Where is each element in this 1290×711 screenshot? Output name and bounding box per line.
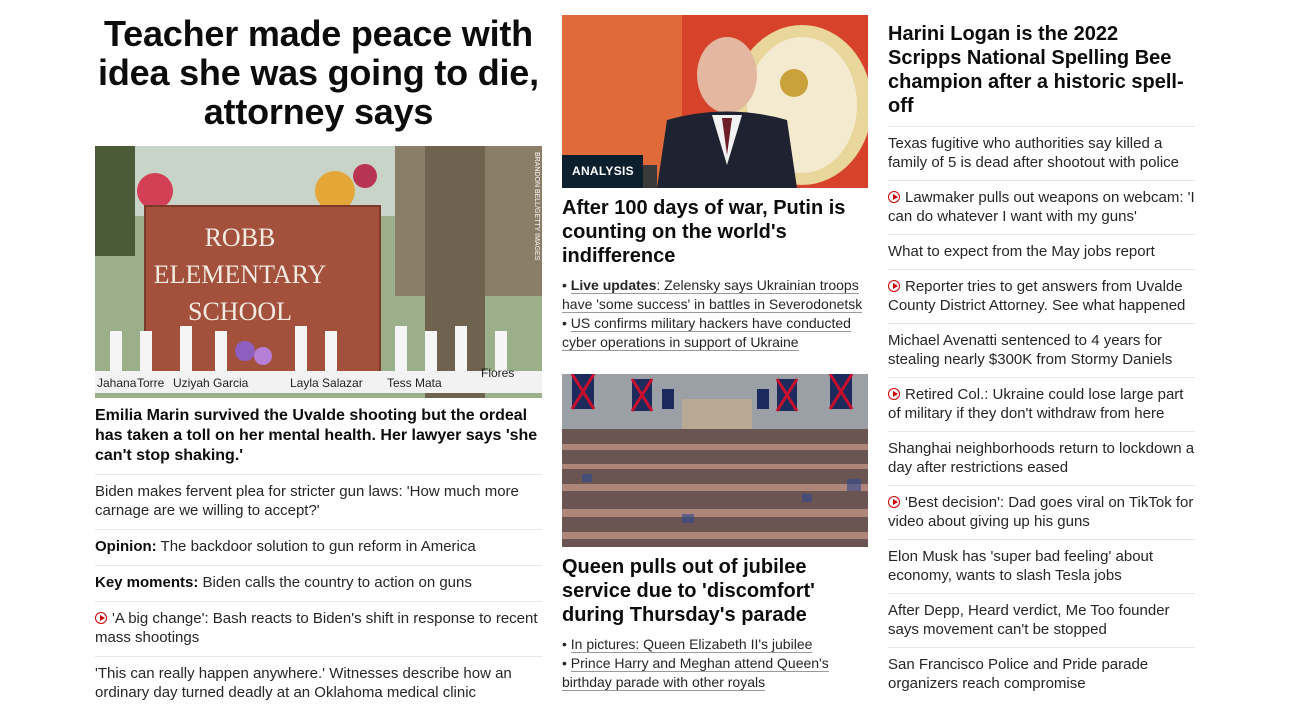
item-text: 'A big change': Bash reacts to Biden's s… <box>95 610 538 646</box>
list-item[interactable]: Elon Musk has 'super bad feeling' about … <box>888 539 1195 593</box>
list-item[interactable]: Retired Col.: Ukraine could lose large p… <box>888 377 1195 431</box>
jubilee-crowd-photo <box>562 374 868 547</box>
list-item[interactable]: San Francisco Police and Pride parade or… <box>888 647 1195 701</box>
item-text: Shanghai neighborhoods return to lockdow… <box>888 440 1195 476</box>
cross-name: Uziyah Garcia <box>173 376 249 390</box>
list-item[interactable]: 'This can really happen anywhere.' Witne… <box>95 656 542 711</box>
play-circle-icon <box>888 280 900 292</box>
list-item[interactable]: Biden makes fervent plea for stricter gu… <box>95 474 542 529</box>
middle-column: ANALYSIS After 100 days of war, Putin is… <box>562 0 868 692</box>
related-link[interactable]: US confirms military hackers have conduc… <box>562 315 851 351</box>
list-item[interactable]: Texas fugitive who authorities say kille… <box>888 126 1195 180</box>
lead-caption[interactable]: Emilia Marin survived the Uvalde shootin… <box>95 406 542 466</box>
cross-name: Tess Mata <box>387 376 442 390</box>
related-bullet: • Prince Harry and Meghan attend Queen's… <box>562 655 829 691</box>
sign-line-3: SCHOOL <box>188 297 292 326</box>
list-item[interactable]: 'A big change': Bash reacts to Biden's s… <box>95 601 542 656</box>
list-item[interactable]: Opinion: The backdoor solution to gun re… <box>95 529 542 565</box>
item-text: Retired Col.: Ukraine could lose large p… <box>888 386 1184 422</box>
item-text: Biden makes fervent plea for stricter gu… <box>95 483 519 519</box>
list-item[interactable]: Reporter tries to get answers from Uvald… <box>888 269 1195 323</box>
putin-headline[interactable]: After 100 days of war, Putin is counting… <box>562 196 868 268</box>
related-link[interactable]: In pictures: Queen Elizabeth II's jubile… <box>570 636 813 653</box>
item-text: The backdoor solution to gun reform in A… <box>156 538 476 555</box>
item-text: 'Best decision': Dad goes viral on TikTo… <box>888 494 1194 530</box>
list-item[interactable]: What to expect from the May jobs report <box>888 234 1195 269</box>
play-circle-icon <box>95 612 107 624</box>
item-text: Reporter tries to get answers from Uvald… <box>888 278 1186 314</box>
putin-related-links: • Live updates: Zelensky says Ukrainian … <box>562 276 868 352</box>
robb-elementary-memorial-image[interactable]: ROBB ELEMENTARY SCHOOL Jahana Torre Uziy… <box>95 146 542 398</box>
image-credit: BRANDON BELL/GETTY IMAGES <box>533 152 540 261</box>
spelling-bee-headline[interactable]: Harini Logan is the 2022 Scripps Nationa… <box>888 22 1195 118</box>
item-text: After Depp, Heard verdict, Me Too founde… <box>888 602 1170 638</box>
headline-list: Texas fugitive who authorities say kille… <box>888 126 1195 701</box>
list-item[interactable]: Shanghai neighborhoods return to lockdow… <box>888 431 1195 485</box>
play-circle-icon <box>888 191 900 203</box>
list-item[interactable]: After Depp, Heard verdict, Me Too founde… <box>888 593 1195 647</box>
cross-name: Flores <box>481 366 514 380</box>
related-bullet: • Live updates: Zelensky says Ukrainian … <box>562 277 863 313</box>
right-column: Harini Logan is the 2022 Scripps Nationa… <box>888 0 1195 701</box>
item-text: Elon Musk has 'super bad feeling' about … <box>888 548 1154 584</box>
sign-line-2: ELEMENTARY <box>154 260 327 289</box>
item-prefix: Opinion: <box>95 538 157 555</box>
list-item[interactable]: Michael Avenatti sentenced to 4 years fo… <box>888 323 1195 377</box>
related-link[interactable]: Live updates: Zelensky says Ukrainian tr… <box>562 277 863 313</box>
item-text: Texas fugitive who authorities say kille… <box>888 135 1179 171</box>
cross-name: Jahana <box>97 376 137 390</box>
list-item[interactable]: Key moments: Biden calls the country to … <box>95 565 542 601</box>
cross-name: Torre <box>137 376 165 390</box>
item-text: Lawmaker pulls out weapons on webcam: 'I… <box>888 189 1195 225</box>
lead-story-column: Teacher made peace with idea she was goi… <box>95 0 542 711</box>
memorial-photo: ROBB ELEMENTARY SCHOOL Jahana Torre Uziy… <box>95 146 542 398</box>
item-text: 'This can really happen anywhere.' Witne… <box>95 665 512 701</box>
item-text: What to expect from the May jobs report <box>888 243 1155 260</box>
list-item[interactable]: Lawmaker pulls out weapons on webcam: 'I… <box>888 180 1195 234</box>
related-bullet: • US confirms military hackers have cond… <box>562 315 851 351</box>
putin-image[interactable]: ANALYSIS <box>562 15 868 188</box>
item-text: San Francisco Police and Pride parade or… <box>888 656 1149 692</box>
jubilee-parade-image[interactable] <box>562 374 868 547</box>
jubilee-headline[interactable]: Queen pulls out of jubilee service due t… <box>562 555 868 627</box>
jubilee-related-links: • In pictures: Queen Elizabeth II's jubi… <box>562 635 868 692</box>
related-link[interactable]: Prince Harry and Meghan attend Queen's b… <box>562 655 829 691</box>
play-circle-icon <box>888 496 900 508</box>
related-list: Biden makes fervent plea for stricter gu… <box>95 474 542 711</box>
cross-name: Layla Salazar <box>290 376 363 390</box>
lead-headline[interactable]: Teacher made peace with idea she was goi… <box>95 14 542 131</box>
item-text: Michael Avenatti sentenced to 4 years fo… <box>888 332 1173 368</box>
analysis-badge: ANALYSIS <box>562 155 643 188</box>
item-prefix: Key moments: <box>95 574 199 591</box>
sign-line-1: ROBB <box>205 223 276 252</box>
item-text: Biden calls the country to action on gun… <box>198 574 472 591</box>
list-item[interactable]: 'Best decision': Dad goes viral on TikTo… <box>888 485 1195 539</box>
related-bullet: • In pictures: Queen Elizabeth II's jubi… <box>562 636 813 653</box>
play-circle-icon <box>888 388 900 400</box>
